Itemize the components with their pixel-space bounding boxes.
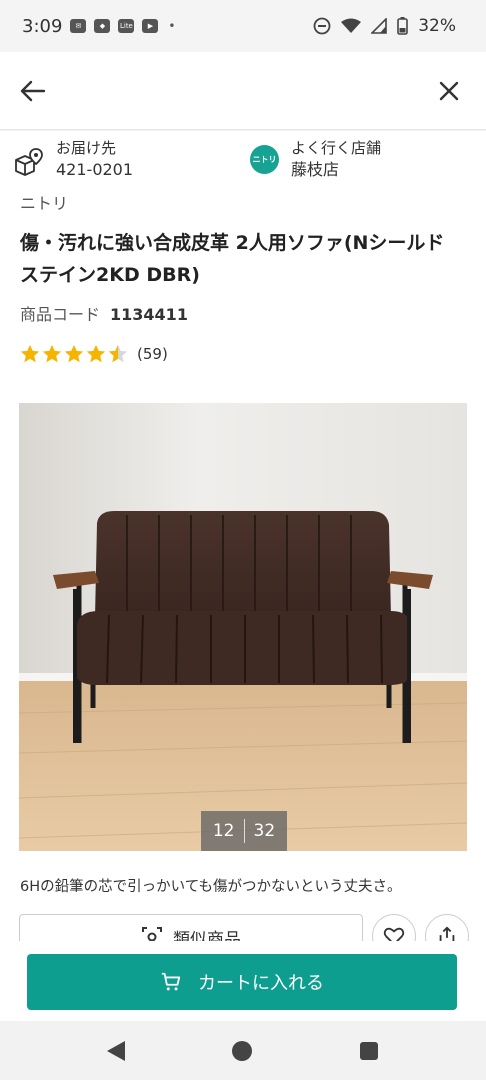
product-rating[interactable]: (59): [19, 343, 168, 365]
counter-divider: [243, 819, 245, 843]
nitori-logo: ニトリ: [250, 145, 279, 174]
cart-bar: カートに入れる: [0, 941, 486, 1021]
similar-products-label: 類似商品: [173, 929, 241, 942]
similar-products-button[interactable]: 類似商品: [19, 914, 363, 941]
status-dot: •: [168, 19, 176, 33]
add-to-cart-button[interactable]: カートに入れる: [27, 954, 457, 1010]
status-bar: 3:09 ✉ ◆ Lite ▶ • 32%: [0, 0, 486, 52]
product-code-value: 1134411: [110, 305, 188, 324]
heart-icon: [383, 927, 405, 941]
store-label: よく行く店舗: [291, 139, 382, 157]
product-content: お届け先 421-0201 ニトリ よく行く店舗 藤枝店 ニトリ 傷・汚れに強い…: [0, 131, 486, 941]
delivery-location-icon: [15, 148, 43, 176]
rating-stars: [19, 343, 129, 365]
star-half-icon: [108, 344, 128, 363]
product-brand[interactable]: ニトリ: [20, 190, 68, 214]
delivery-label: お届け先: [56, 139, 117, 157]
review-count: (59): [137, 345, 168, 363]
image-caption: 6Hの鉛筆の芯で引っかいても傷がつかないという丈夫さ。: [20, 879, 402, 895]
image-current-index: 12: [212, 821, 235, 841]
favorite-store[interactable]: ニトリ よく行く店舗 藤枝店: [250, 137, 381, 181]
cart-icon: [161, 972, 181, 991]
dnd-icon: [313, 17, 331, 35]
image-total-count: 32: [253, 821, 276, 841]
nav-back-icon[interactable]: [105, 1039, 127, 1063]
delivery-postal-code: 421-0201: [56, 160, 134, 179]
lite-icon: Lite: [118, 19, 135, 33]
share-icon: [439, 926, 455, 941]
image-search-icon: [142, 927, 162, 941]
product-code-row: 商品コード 1134411: [20, 301, 188, 325]
product-title: 傷・汚れに強い合成皮革 2人用ソファ(Nシールド ステイン2KD DBR): [20, 232, 445, 286]
image-counter: 12 32: [201, 811, 287, 851]
share-button[interactable]: [425, 914, 469, 941]
battery-percent: 32%: [418, 16, 456, 36]
delivery-store-row: お届け先 421-0201 ニトリ よく行く店舗 藤枝店: [0, 137, 486, 189]
add-to-cart-label: カートに入れる: [198, 973, 324, 994]
nav-home-icon[interactable]: [232, 1041, 252, 1061]
youtube-icon: ▶: [142, 19, 159, 33]
status-time: 3:09: [22, 15, 63, 37]
signal-icon: [371, 18, 388, 34]
product-code-label: 商品コード: [20, 305, 101, 324]
close-icon: [439, 81, 459, 101]
app-top-bar: [0, 52, 486, 130]
close-button[interactable]: [434, 76, 464, 106]
product-image[interactable]: 12 32: [19, 403, 467, 851]
wifi-icon: [341, 18, 362, 33]
back-button[interactable]: [18, 76, 48, 106]
favorite-button[interactable]: [372, 914, 416, 941]
nav-recents-icon[interactable]: [360, 1042, 378, 1060]
star-full-icon: [86, 344, 106, 363]
star-full-icon: [42, 344, 62, 363]
sofa-photo: [19, 403, 467, 851]
star-full-icon: [20, 344, 40, 363]
system-nav-bar: [0, 1021, 486, 1080]
star-full-icon: [64, 344, 84, 363]
app-icon: ◆: [94, 19, 111, 33]
delivery-address[interactable]: お届け先 421-0201: [14, 137, 133, 181]
status-right: 32%: [313, 0, 456, 52]
mail-icon: ✉: [70, 19, 87, 33]
battery-icon: [397, 17, 409, 35]
store-name: 藤枝店: [291, 160, 340, 179]
arrow-left-icon: [20, 80, 46, 102]
